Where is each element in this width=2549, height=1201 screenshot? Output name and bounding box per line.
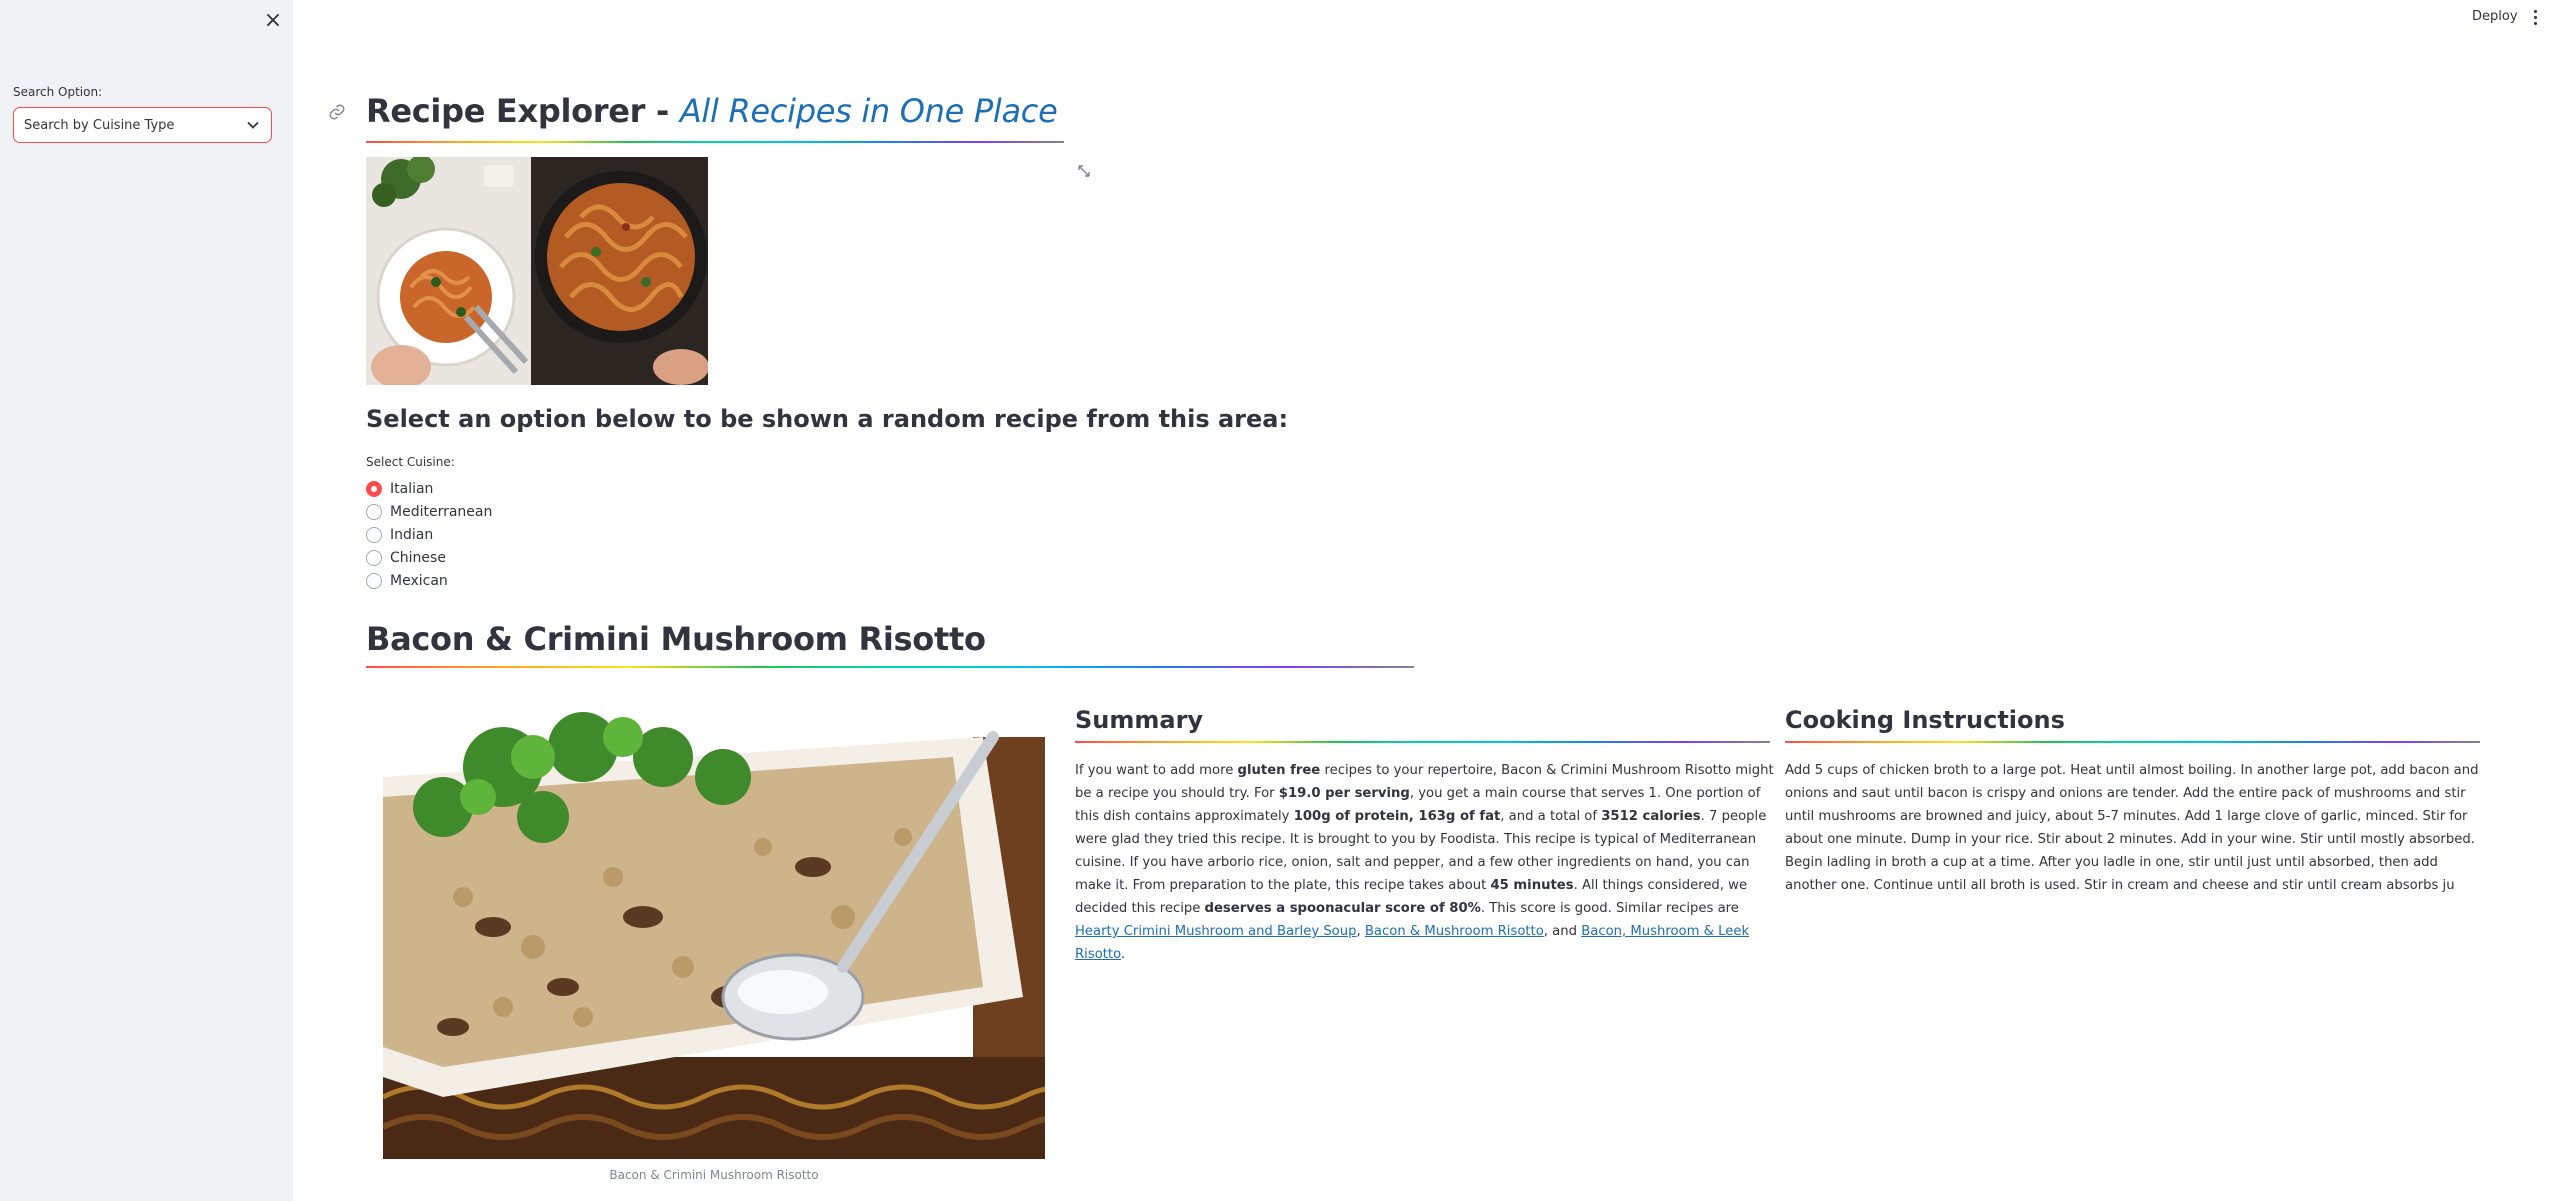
page-title-main: Recipe Explorer [366,92,646,130]
cuisine-option-chinese[interactable]: Chinese [366,548,446,568]
radio-unselected-icon [366,550,382,566]
deploy-button[interactable]: Deploy [2466,4,2524,30]
recipe-image-caption: Bacon & Crimini Mushroom Risotto [609,1168,819,1182]
radio-unselected-icon [366,527,382,543]
page-title: Recipe Explorer - All Recipes in One Pla… [366,92,1058,130]
recipe-title-divider [366,666,1414,668]
cuisine-option-label: Mexican [390,573,448,589]
similar-recipe-link[interactable]: Hearty Crimini Mushroom and Barley Soup [1075,924,1356,939]
summary-text: If you want to add more gluten free reci… [1075,763,1774,962]
instructions-text: Add 5 cups of chicken broth to a large p… [1785,763,2479,893]
cuisine-option-italian[interactable]: Italian [366,479,433,499]
cuisine-prompt: Select an option below to be shown a ran… [366,405,1289,433]
recipe-image [383,697,1045,1159]
summary-heading: Summary [1075,706,1204,734]
page-subtitle: All Recipes in One Place [679,92,1058,130]
instructions-heading: Cooking Instructions [1785,706,2065,734]
cuisine-option-mexican[interactable]: Mexican [366,571,448,591]
recipe-title: Bacon & Crimini Mushroom Risotto [366,620,986,658]
sidebar: × Search Option: Search by Cuisine Type [0,0,293,1201]
fullscreen-icon[interactable] [1077,163,1093,179]
instructions-divider [1785,741,2480,743]
radio-unselected-icon [366,573,382,589]
cuisine-option-indian[interactable]: Indian [366,525,433,545]
close-icon[interactable]: × [258,6,288,36]
summary-divider [1075,741,1770,743]
kebab-menu-icon[interactable] [2525,4,2545,30]
cuisine-option-label: Chinese [390,550,446,566]
cuisine-option-mediterranean[interactable]: Mediterranean [366,502,492,522]
search-option-label: Search Option: [13,85,103,99]
link-icon[interactable] [328,103,350,125]
radio-unselected-icon [366,504,382,520]
radio-selected-icon [366,481,382,497]
cuisine-option-label: Mediterranean [390,504,493,520]
title-divider [366,141,1064,143]
search-option-value: Search by Cuisine Type [24,117,175,133]
cuisine-radio-label: Select Cuisine: [366,455,455,469]
chevron-down-icon [245,117,261,133]
cuisine-option-label: Indian [390,527,434,543]
cuisine-option-label: Italian [390,481,434,497]
similar-recipe-link[interactable]: Bacon & Mushroom Risotto [1365,924,1544,939]
search-option-select[interactable]: Search by Cuisine Type [13,107,272,143]
page-title-separator: - [645,92,680,130]
hero-image [366,157,708,385]
